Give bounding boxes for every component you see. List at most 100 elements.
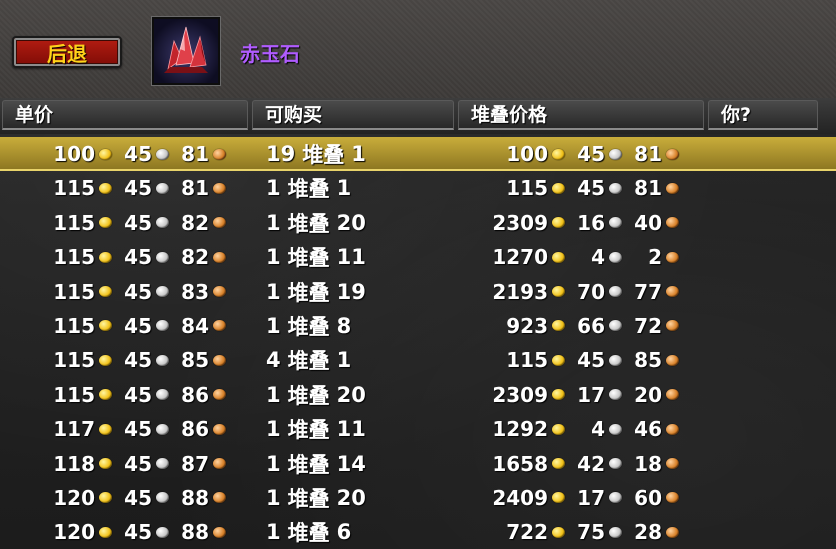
gold-coin-icon	[99, 217, 112, 229]
total-silver-amount: 17	[577, 485, 605, 510]
unit-silver-amount: 45	[124, 451, 152, 476]
listing-row[interactable]: 115 45 84 1 堆叠 8 923 66 72	[0, 309, 836, 343]
listing-row[interactable]: 120 45 88 1 堆叠 6 722 75 28	[0, 515, 836, 549]
total-silver-amount: 75	[577, 520, 605, 545]
stack-word: 堆叠	[287, 418, 330, 443]
listing-count: 1	[266, 279, 281, 304]
total-silver-amount: 45	[577, 176, 605, 201]
silver-coin-icon	[156, 389, 169, 401]
column-yours[interactable]: 你?	[708, 100, 818, 130]
total-gold-amount: 2309	[492, 382, 548, 407]
copper-coin-icon	[666, 389, 679, 401]
listing-count: 1	[266, 417, 281, 442]
unit-silver-amount: 45	[124, 485, 152, 510]
unit-price: 115 45 85	[50, 343, 226, 377]
unit-gold-amount: 117	[53, 417, 95, 442]
gold-coin-icon	[99, 320, 112, 332]
stack-size: 20	[336, 485, 366, 510]
silver-coin-icon	[156, 320, 169, 332]
quantity-cell: 1 堆叠 11	[266, 412, 366, 446]
quantity-cell: 1 堆叠 20	[266, 481, 366, 515]
stack-word: 堆叠	[287, 314, 330, 339]
quantity-cell: 1 堆叠 1	[266, 171, 351, 205]
stack-word: 堆叠	[287, 486, 330, 511]
unit-copper-amount: 82	[181, 245, 209, 270]
listing-count: 1	[266, 176, 281, 201]
listing-row[interactable]: 115 45 86 1 堆叠 20 2309 17 20	[0, 378, 836, 412]
listing-row[interactable]: 118 45 87 1 堆叠 14 1658 42 18	[0, 447, 836, 481]
total-gold-amount: 1270	[492, 245, 548, 270]
back-button[interactable]: 后退	[12, 36, 122, 68]
column-unit-price[interactable]: 单价	[2, 100, 248, 130]
listing-row[interactable]: 117 45 86 1 堆叠 11 1292 4 46	[0, 412, 836, 446]
total-silver-amount: 4	[591, 417, 605, 442]
gold-coin-icon	[99, 148, 112, 160]
quantity-cell: 1 堆叠 19	[266, 275, 366, 309]
unit-gold-amount: 100	[53, 142, 95, 166]
gold-coin-icon	[552, 148, 565, 160]
listing-table: 100 45 81 19 堆叠 1 100 45 81 115 45 81 1 堆叠 1 11…	[0, 137, 836, 549]
silver-coin-icon	[609, 182, 622, 194]
unit-silver-amount: 45	[124, 279, 152, 304]
gold-coin-icon	[552, 526, 565, 538]
gold-coin-icon	[552, 389, 565, 401]
gold-coin-icon	[552, 423, 565, 435]
copper-coin-icon	[666, 492, 679, 504]
unit-gold-amount: 118	[53, 451, 95, 476]
unit-price: 115 45 81	[50, 171, 226, 205]
copper-coin-icon	[213, 526, 226, 538]
listing-count: 1	[266, 210, 281, 235]
total-copper-amount: 81	[634, 176, 662, 201]
copper-coin-icon	[213, 423, 226, 435]
red-crystal-icon	[152, 17, 220, 85]
copper-coin-icon	[666, 217, 679, 229]
unit-silver-amount: 45	[124, 382, 152, 407]
total-price: 100 45 81	[488, 137, 679, 171]
gold-coin-icon	[552, 492, 565, 504]
silver-coin-icon	[156, 251, 169, 263]
unit-price: 115 45 86	[50, 378, 226, 412]
unit-price: 120 45 88	[50, 481, 226, 515]
listing-row[interactable]: 100 45 81 19 堆叠 1 100 45 81	[0, 137, 836, 172]
listing-row[interactable]: 115 45 82 1 堆叠 20 2309 16 40	[0, 206, 836, 240]
unit-copper-amount: 86	[181, 382, 209, 407]
stack-size: 11	[336, 245, 366, 270]
total-gold-amount: 923	[506, 313, 548, 338]
copper-coin-icon	[666, 423, 679, 435]
copper-coin-icon	[666, 354, 679, 366]
gold-coin-icon	[99, 423, 112, 435]
copper-coin-icon	[666, 286, 679, 298]
total-price: 1270 4 2	[488, 240, 679, 274]
silver-coin-icon	[609, 320, 622, 332]
unit-gold-amount: 120	[53, 485, 95, 510]
copper-coin-icon	[213, 320, 226, 332]
unit-price: 117 45 86	[50, 412, 226, 446]
total-gold-amount: 2409	[492, 485, 548, 510]
copper-coin-icon	[666, 320, 679, 332]
gold-coin-icon	[552, 320, 565, 332]
listing-row[interactable]: 115 45 85 4 堆叠 1 115 45 85	[0, 343, 836, 377]
column-available[interactable]: 可购买	[252, 100, 454, 130]
stack-size: 14	[336, 451, 366, 476]
unit-gold-amount: 115	[53, 382, 95, 407]
unit-price: 120 45 88	[50, 515, 226, 549]
listing-count: 19	[266, 142, 296, 166]
listing-row[interactable]: 115 45 81 1 堆叠 1 115 45 81	[0, 171, 836, 205]
gold-coin-icon	[99, 389, 112, 401]
listing-row[interactable]: 120 45 88 1 堆叠 20 2409 17 60	[0, 481, 836, 515]
silver-coin-icon	[156, 354, 169, 366]
stack-word: 堆叠	[287, 177, 330, 202]
total-copper-amount: 60	[634, 485, 662, 510]
total-copper-amount: 20	[634, 382, 662, 407]
total-silver-amount: 45	[577, 348, 605, 373]
silver-coin-icon	[156, 458, 169, 470]
silver-coin-icon	[156, 286, 169, 298]
column-stack-price[interactable]: 堆叠价格	[458, 100, 704, 130]
listing-count: 4	[266, 348, 281, 373]
stack-size: 20	[336, 382, 366, 407]
quantity-cell: 4 堆叠 1	[266, 343, 351, 377]
listing-row[interactable]: 115 45 82 1 堆叠 11 1270 4 2	[0, 240, 836, 274]
unit-price: 115 45 82	[50, 206, 226, 240]
listing-row[interactable]: 115 45 83 1 堆叠 19 2193 70 77	[0, 275, 836, 309]
unit-price: 100 45 81	[50, 137, 226, 171]
